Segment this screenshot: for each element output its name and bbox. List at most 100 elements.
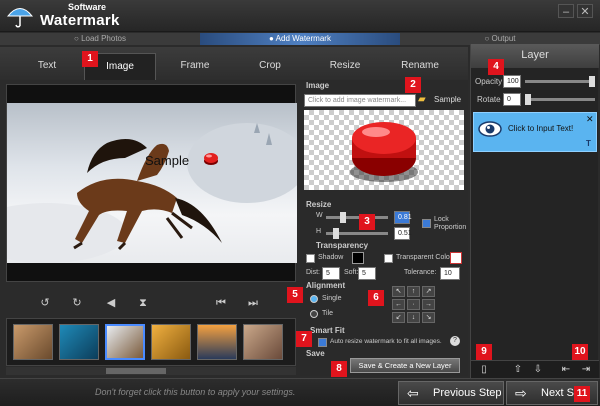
- image-path-input[interactable]: Click to add image watermark...: [304, 94, 416, 107]
- align-top-icon[interactable]: ↑: [407, 286, 420, 297]
- new-layer-icon[interactable]: ▯: [477, 363, 491, 376]
- align-bottom-left-icon[interactable]: ↙: [392, 312, 405, 323]
- thumbnail-strip: [6, 318, 296, 366]
- soft-input[interactable]: 5: [358, 267, 376, 280]
- opacity-slider[interactable]: [525, 76, 595, 87]
- thumbnail-image[interactable]: [243, 324, 283, 360]
- text-layer-item[interactable]: Click to Input Text! ✕ T: [473, 112, 597, 152]
- umbrella-logo-icon: [6, 8, 34, 28]
- shadow-label: Shadow: [318, 254, 344, 261]
- transparent-color-swatch[interactable]: [450, 252, 462, 264]
- flip-horizontal-icon[interactable]: ◀: [102, 295, 120, 311]
- step-load-photos[interactable]: ○ Load Photos: [0, 33, 200, 45]
- thumbnail-scrollbar[interactable]: [6, 367, 296, 375]
- badge-5: 5: [287, 287, 303, 303]
- rotate-left-icon[interactable]: ↺: [36, 295, 54, 311]
- auto-resize-checkbox[interactable]: [318, 338, 327, 347]
- minimize-button[interactable]: –: [558, 4, 574, 18]
- rotate-input[interactable]: 0: [503, 93, 521, 106]
- import-layer-icon[interactable]: ⇤: [559, 363, 573, 376]
- align-bottom-right-icon[interactable]: ↘: [422, 312, 435, 323]
- step-add-watermark[interactable]: ● Add Watermark: [200, 33, 400, 45]
- rotate-label: Rotate: [477, 95, 501, 104]
- apply-hint-text: Don't forget click this button to apply …: [95, 387, 296, 397]
- thumbnail-image[interactable]: [197, 324, 237, 360]
- scrollbar-thumb[interactable]: [106, 368, 166, 374]
- step-label: Output: [491, 34, 516, 43]
- horse-photo-image: [7, 123, 297, 263]
- layer-delete-icon[interactable]: ✕: [586, 114, 594, 125]
- flip-vertical-icon[interactable]: ⧗: [134, 295, 152, 311]
- thumbnail-image[interactable]: [151, 324, 191, 360]
- close-button[interactable]: ✕: [577, 4, 593, 18]
- preview-photo: Sample: [7, 103, 297, 263]
- sample-button[interactable]: Sample: [434, 95, 461, 104]
- tab-text[interactable]: Text: [11, 53, 83, 80]
- rotate-slider-thumb[interactable]: [525, 94, 531, 105]
- rotate-slider[interactable]: [525, 94, 595, 105]
- width-value-input[interactable]: 0.81: [394, 211, 412, 224]
- single-radio[interactable]: [310, 295, 318, 303]
- dist-input[interactable]: 5: [322, 267, 340, 280]
- badge-2: 2: [405, 77, 421, 93]
- tab-crop[interactable]: Crop: [234, 53, 306, 80]
- badge-11: 11: [574, 386, 590, 402]
- next-image-icon[interactable]: ⏭: [244, 295, 262, 311]
- alignment-section-title: Alignment: [306, 281, 346, 290]
- tab-rename[interactable]: Rename: [384, 53, 456, 80]
- thumbnail-image[interactable]: [13, 324, 53, 360]
- auto-resize-label: Auto resize watermark to fit all images.: [330, 338, 442, 345]
- shadow-color-swatch[interactable]: [352, 252, 364, 264]
- red-button-watermark[interactable]: [203, 151, 219, 167]
- export-layer-icon[interactable]: ⇥: [579, 363, 593, 376]
- opacity-input[interactable]: 100: [503, 75, 521, 88]
- lock-proportion-label: Lock Proportion: [434, 216, 467, 231]
- align-top-left-icon[interactable]: ↖: [392, 286, 405, 297]
- height-slider-thumb[interactable]: [333, 228, 339, 239]
- align-right-icon[interactable]: →: [422, 299, 435, 310]
- tile-radio[interactable]: [310, 310, 318, 318]
- height-slider[interactable]: [326, 228, 388, 239]
- help-icon[interactable]: ?: [450, 336, 460, 346]
- badge-8: 8: [331, 361, 347, 377]
- thumbnail-image[interactable]: [59, 324, 99, 360]
- tab-resize[interactable]: Resize: [309, 53, 381, 80]
- layer-item-label: Click to Input Text!: [508, 124, 574, 133]
- transparency-section-title: Transparency: [316, 241, 369, 250]
- badge-9: 9: [476, 344, 492, 360]
- align-top-right-icon[interactable]: ↗: [422, 286, 435, 297]
- resize-section-title: Resize: [306, 200, 332, 209]
- transparent-color-label: Transparent Color: [396, 254, 453, 261]
- opacity-slider-thumb[interactable]: [589, 76, 595, 87]
- align-bottom-icon[interactable]: ↓: [407, 312, 420, 323]
- shadow-checkbox[interactable]: [306, 254, 315, 263]
- thumbnail-image[interactable]: [105, 324, 145, 360]
- previous-image-icon[interactable]: ⏮: [212, 295, 230, 311]
- width-slider[interactable]: [326, 212, 388, 223]
- image-settings-panel: Image Click to add image watermark... ▰ …: [300, 80, 468, 376]
- preview-controls: ↺ ↻ ◀ ⧗ ⏮ ⏭: [6, 290, 296, 316]
- width-slider-thumb[interactable]: [340, 212, 346, 223]
- lock-proportion-checkbox[interactable]: [422, 219, 431, 228]
- badge-1: 1: [82, 51, 98, 67]
- width-label: W: [316, 212, 323, 219]
- watermark-sample-text[interactable]: Sample: [145, 153, 189, 168]
- opacity-label: Opacity: [475, 77, 503, 86]
- rotate-right-icon[interactable]: ↻: [68, 295, 86, 311]
- save-create-layer-button[interactable]: Save & Create a New Layer: [350, 358, 460, 373]
- height-label: H: [316, 228, 322, 235]
- eye-icon[interactable]: [478, 120, 502, 138]
- move-layer-down-icon[interactable]: ⇩: [531, 363, 545, 376]
- transparent-color-checkbox[interactable]: [384, 254, 393, 263]
- layer-panel: Layer Opacity 100 Rotate 0 Click to Inpu…: [470, 44, 599, 378]
- previous-arrow-icon: ⇦: [407, 385, 419, 401]
- align-left-icon[interactable]: ←: [392, 299, 405, 310]
- tab-frame[interactable]: Frame: [159, 53, 231, 80]
- tolerance-input[interactable]: 10: [440, 267, 460, 280]
- folder-icon[interactable]: ▰: [418, 94, 430, 106]
- app-title-small: Software: [68, 2, 107, 12]
- height-value-input[interactable]: 0.51: [394, 227, 412, 240]
- move-layer-up-icon[interactable]: ⇧: [511, 363, 525, 376]
- align-center-icon[interactable]: ·: [407, 299, 420, 310]
- previous-step-button[interactable]: ⇦ Previous Step: [398, 381, 504, 405]
